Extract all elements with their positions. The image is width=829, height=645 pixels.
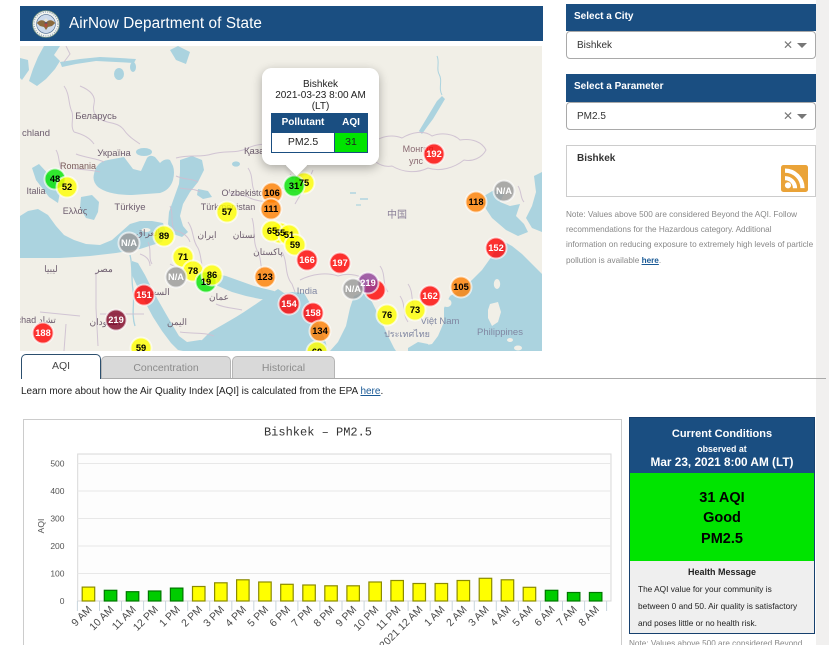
svg-text:151: 151 [136,290,152,300]
svg-text:7 AM: 7 AM [554,604,579,629]
svg-text:اليمن: اليمن [167,317,187,328]
svg-text:عمان: عمان [209,292,229,302]
svg-text:ليبيا: ليبيا [44,264,58,274]
svg-text:154: 154 [281,299,297,309]
svg-text:Bishkek – PM2.5: Bishkek – PM2.5 [264,426,372,440]
svg-text:73: 73 [410,305,420,315]
svg-text:N/A: N/A [345,284,361,294]
svg-text:300: 300 [50,514,64,524]
svg-text:12 PM: 12 PM [131,604,161,634]
svg-text:3 PM: 3 PM [201,604,227,630]
svg-text:192: 192 [426,149,442,159]
svg-text:10 PM: 10 PM [351,604,381,634]
svg-text:Беларусь: Беларусь [75,111,117,122]
svg-text:4 PM: 4 PM [223,604,249,630]
svg-text:Україна: Україна [97,148,131,159]
svg-text:200: 200 [50,541,64,551]
svg-text:1 AM: 1 AM [422,604,447,629]
svg-text:106: 106 [264,188,280,198]
svg-text:中国: 中国 [387,208,407,221]
svg-text:75: 75 [299,178,309,188]
svg-text:31: 31 [289,181,299,191]
svg-text:8 PM: 8 PM [311,604,337,630]
svg-text:Romania: Romania [60,161,96,171]
svg-text:ایران: ایران [197,230,216,241]
svg-text:5 PM: 5 PM [245,604,271,630]
svg-text:59: 59 [290,240,300,250]
svg-text:улс: улс [409,156,424,166]
svg-text:105: 105 [453,282,469,292]
svg-text:N/A: N/A [496,186,512,196]
svg-text:166: 166 [299,255,315,265]
svg-text:N/A: N/A [121,238,137,248]
svg-text:مصر: مصر [94,264,113,275]
svg-text:118: 118 [469,197,484,207]
svg-text:2 AM: 2 AM [444,604,469,629]
svg-text:Italia: Italia [26,186,45,196]
svg-text:76: 76 [382,310,392,320]
svg-text:chland: chland [22,128,50,139]
svg-text:0: 0 [60,596,65,606]
svg-text:162: 162 [422,291,438,301]
svg-text:AQI: AQI [36,519,46,534]
svg-text:4 AM: 4 AM [488,604,513,629]
svg-text:52: 52 [62,182,72,192]
svg-text:Türkiye: Türkiye [114,202,145,213]
svg-text:400: 400 [50,486,64,496]
svg-text:86: 86 [207,270,217,280]
svg-text:N/A: N/A [168,272,184,282]
svg-text:Ελλάς: Ελλάς [63,206,88,216]
svg-text:100: 100 [50,569,64,579]
svg-text:India: India [297,286,318,297]
svg-text:123: 123 [257,272,273,282]
svg-text:نستان: نستان [233,230,256,240]
svg-text:197: 197 [332,258,348,268]
svg-text:پاکستان: پاکستان [253,247,283,258]
svg-text:Việt Nam: Việt Nam [421,316,460,327]
svg-text:71: 71 [178,252,188,262]
svg-text:59: 59 [136,343,146,351]
svg-text:188: 188 [35,328,51,338]
svg-text:134: 134 [312,326,328,336]
svg-text:8 AM: 8 AM [576,604,601,629]
svg-text:219: 219 [360,278,376,288]
svg-text:1 PM: 1 PM [157,604,183,630]
svg-text:ประเทศไทย: ประเทศไทย [384,329,430,339]
svg-text:57: 57 [222,207,232,217]
svg-text:51: 51 [284,230,294,240]
svg-text:2 PM: 2 PM [179,604,205,630]
svg-text:7 PM: 7 PM [289,604,315,630]
svg-text:152: 152 [488,243,504,253]
svg-text:158: 158 [305,308,321,318]
svg-text:60: 60 [312,347,322,351]
svg-text:500: 500 [50,459,64,469]
svg-text:3 AM: 3 AM [466,604,491,629]
svg-text:6 PM: 6 PM [267,604,293,630]
svg-text:219: 219 [108,315,124,325]
svg-text:5 AM: 5 AM [510,604,535,629]
svg-text:65: 65 [267,226,277,236]
svg-text:48: 48 [50,174,60,184]
svg-text:78: 78 [188,266,198,276]
svg-text:111: 111 [264,204,279,214]
svg-text:6 AM: 6 AM [532,604,557,629]
svg-text:Philippines: Philippines [477,327,523,338]
svg-text:10 AM: 10 AM [87,604,117,634]
svg-text:89: 89 [159,231,169,241]
